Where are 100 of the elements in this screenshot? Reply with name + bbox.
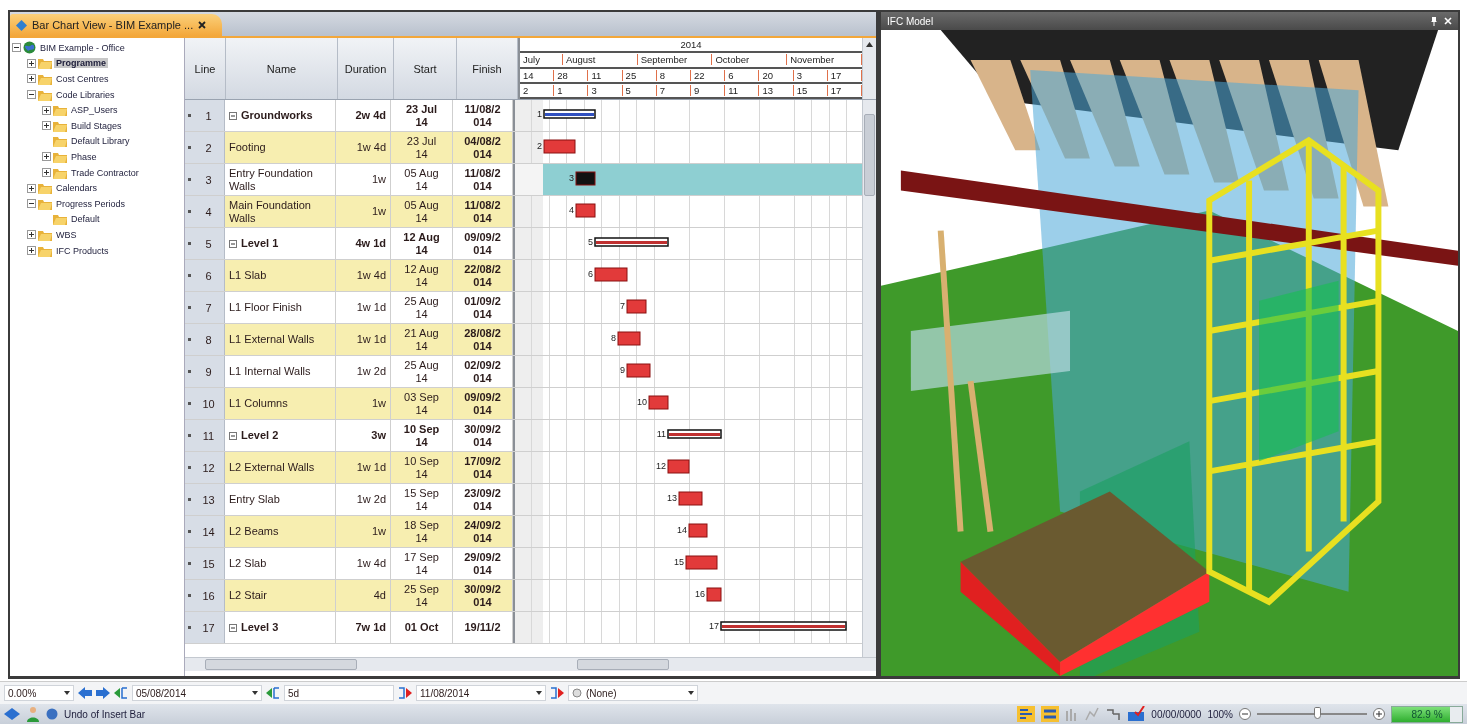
task-bar[interactable] xyxy=(617,331,641,346)
folder-icon xyxy=(53,104,67,117)
task-bar[interactable] xyxy=(543,139,576,154)
circle-icon xyxy=(572,688,582,698)
row-header[interactable]: 15 xyxy=(185,548,225,579)
zoom-out-icon[interactable] xyxy=(1239,708,1251,720)
expand-icon[interactable] xyxy=(27,74,36,84)
link-icon[interactable] xyxy=(1105,707,1122,721)
tree-item[interactable]: Trade Contractor xyxy=(69,167,141,178)
task-bar[interactable] xyxy=(594,267,628,282)
expand-icon[interactable] xyxy=(42,168,51,178)
chart-view-icon[interactable] xyxy=(1017,706,1036,722)
tree-item[interactable]: WBS xyxy=(54,229,79,240)
building-model-drawing[interactable] xyxy=(881,30,1458,676)
bars-view-icon[interactable] xyxy=(1041,706,1060,722)
task-bar[interactable] xyxy=(678,491,703,506)
expand-icon[interactable] xyxy=(27,183,36,193)
calendar-check-icon[interactable] xyxy=(1127,706,1146,722)
tree-item[interactable]: IFC Products xyxy=(54,245,111,256)
row-header[interactable]: 12 xyxy=(185,452,225,483)
summary-bar[interactable] xyxy=(543,109,596,119)
person-icon[interactable] xyxy=(26,706,40,722)
expand-icon[interactable] xyxy=(27,58,36,68)
start-date-dropdown[interactable]: 05/08/2014 xyxy=(132,685,262,701)
row-header[interactable]: 9 xyxy=(185,356,225,387)
day-label: 7 xyxy=(656,84,691,96)
tree-item[interactable]: ASP_Users xyxy=(69,105,120,116)
collapse-icon[interactable] xyxy=(27,199,36,209)
tree-item[interactable]: Cost Centres xyxy=(54,74,111,84)
column-header[interactable]: Name xyxy=(226,38,338,99)
tree-item[interactable]: Code Libraries xyxy=(54,89,117,100)
name-cell: L2 Stair xyxy=(225,580,336,611)
horizontal-scrollbar[interactable] xyxy=(185,657,876,671)
task-bar[interactable] xyxy=(688,523,708,538)
arrow-right-icon[interactable] xyxy=(96,687,110,699)
row-header[interactable]: 17 xyxy=(185,612,225,643)
globe-icon xyxy=(23,41,36,55)
row-header[interactable]: 10 xyxy=(185,388,225,419)
zoom-in-icon[interactable] xyxy=(1373,708,1385,720)
expand-icon[interactable] xyxy=(42,152,51,162)
duration-field[interactable]: 5d xyxy=(284,685,394,701)
tree-item[interactable]: Calendars xyxy=(54,183,100,194)
start-cell: 21 Aug 14 xyxy=(391,324,453,355)
row-header[interactable]: 4 xyxy=(185,196,225,227)
week-label: 6 xyxy=(725,69,760,81)
undo-icon[interactable] xyxy=(46,708,58,720)
task-bar[interactable] xyxy=(685,555,718,570)
expand-icon[interactable] xyxy=(27,230,36,240)
arrow-up-icon[interactable] xyxy=(866,42,873,47)
task-bar[interactable] xyxy=(706,587,722,602)
document-tab[interactable]: Bar Chart View - BIM Example ... xyxy=(10,14,223,36)
vertical-scrollbar[interactable] xyxy=(862,100,876,657)
task-bar[interactable] xyxy=(626,363,651,378)
tree-item[interactable]: Progress Periods xyxy=(54,198,128,209)
column-header[interactable]: Duration xyxy=(338,38,394,99)
row-header[interactable]: 14 xyxy=(185,516,225,547)
tree-item[interactable]: Build Stages xyxy=(69,120,124,131)
summary-bar[interactable] xyxy=(594,237,669,247)
column-header[interactable]: Line xyxy=(185,38,226,99)
column-header[interactable]: Finish xyxy=(457,38,518,99)
task-bar[interactable] xyxy=(575,203,596,218)
row-header[interactable]: 16 xyxy=(185,580,225,611)
row-header[interactable]: 5 xyxy=(185,228,225,259)
tree-item[interactable]: Default Library xyxy=(69,136,132,147)
start-icon[interactable] xyxy=(114,687,128,699)
row-header[interactable]: 8 xyxy=(185,324,225,355)
expand-icon[interactable] xyxy=(27,246,36,255)
row-header[interactable]: 6 xyxy=(185,260,225,291)
summary-bar[interactable] xyxy=(667,429,722,439)
row-header[interactable]: 2 xyxy=(185,132,225,163)
task-bar[interactable] xyxy=(626,299,647,314)
arrow-left-icon[interactable] xyxy=(78,687,92,699)
task-bar[interactable] xyxy=(648,395,669,410)
collapse-icon[interactable] xyxy=(12,43,21,53)
row-header[interactable]: 7 xyxy=(185,292,225,323)
finish-icon[interactable] xyxy=(398,687,412,699)
progress-dropdown[interactable]: 0.00% xyxy=(4,685,74,701)
close-icon[interactable] xyxy=(198,21,207,29)
duration-icon[interactable] xyxy=(266,687,280,699)
column-header[interactable]: Start xyxy=(394,38,457,99)
row-header[interactable]: 11 xyxy=(185,420,225,451)
finish-icon[interactable] xyxy=(550,687,564,699)
tree-item[interactable]: Programme xyxy=(54,58,109,69)
pin-icon[interactable] xyxy=(1430,16,1438,26)
row-header[interactable]: 13 xyxy=(185,484,225,515)
tree-item[interactable]: BIM Example - Office xyxy=(38,42,127,53)
row-header[interactable]: 3 xyxy=(185,164,225,195)
task-bar[interactable] xyxy=(575,171,596,186)
tree-item[interactable]: Default xyxy=(69,214,102,225)
gantt-row[interactable]: 3 xyxy=(513,164,862,195)
tree-item[interactable]: Phase xyxy=(69,151,99,162)
calendar-dropdown[interactable]: (None) xyxy=(568,685,698,701)
expand-icon[interactable] xyxy=(42,105,51,115)
name-cell: Footing xyxy=(225,132,336,163)
collapse-icon[interactable] xyxy=(27,90,36,100)
expand-icon[interactable] xyxy=(42,121,51,131)
row-header[interactable]: 1 xyxy=(185,100,225,131)
summary-bar[interactable] xyxy=(720,621,847,631)
task-bar[interactable] xyxy=(667,459,690,474)
finish-date-dropdown[interactable]: 11/08/2014 xyxy=(416,685,546,701)
